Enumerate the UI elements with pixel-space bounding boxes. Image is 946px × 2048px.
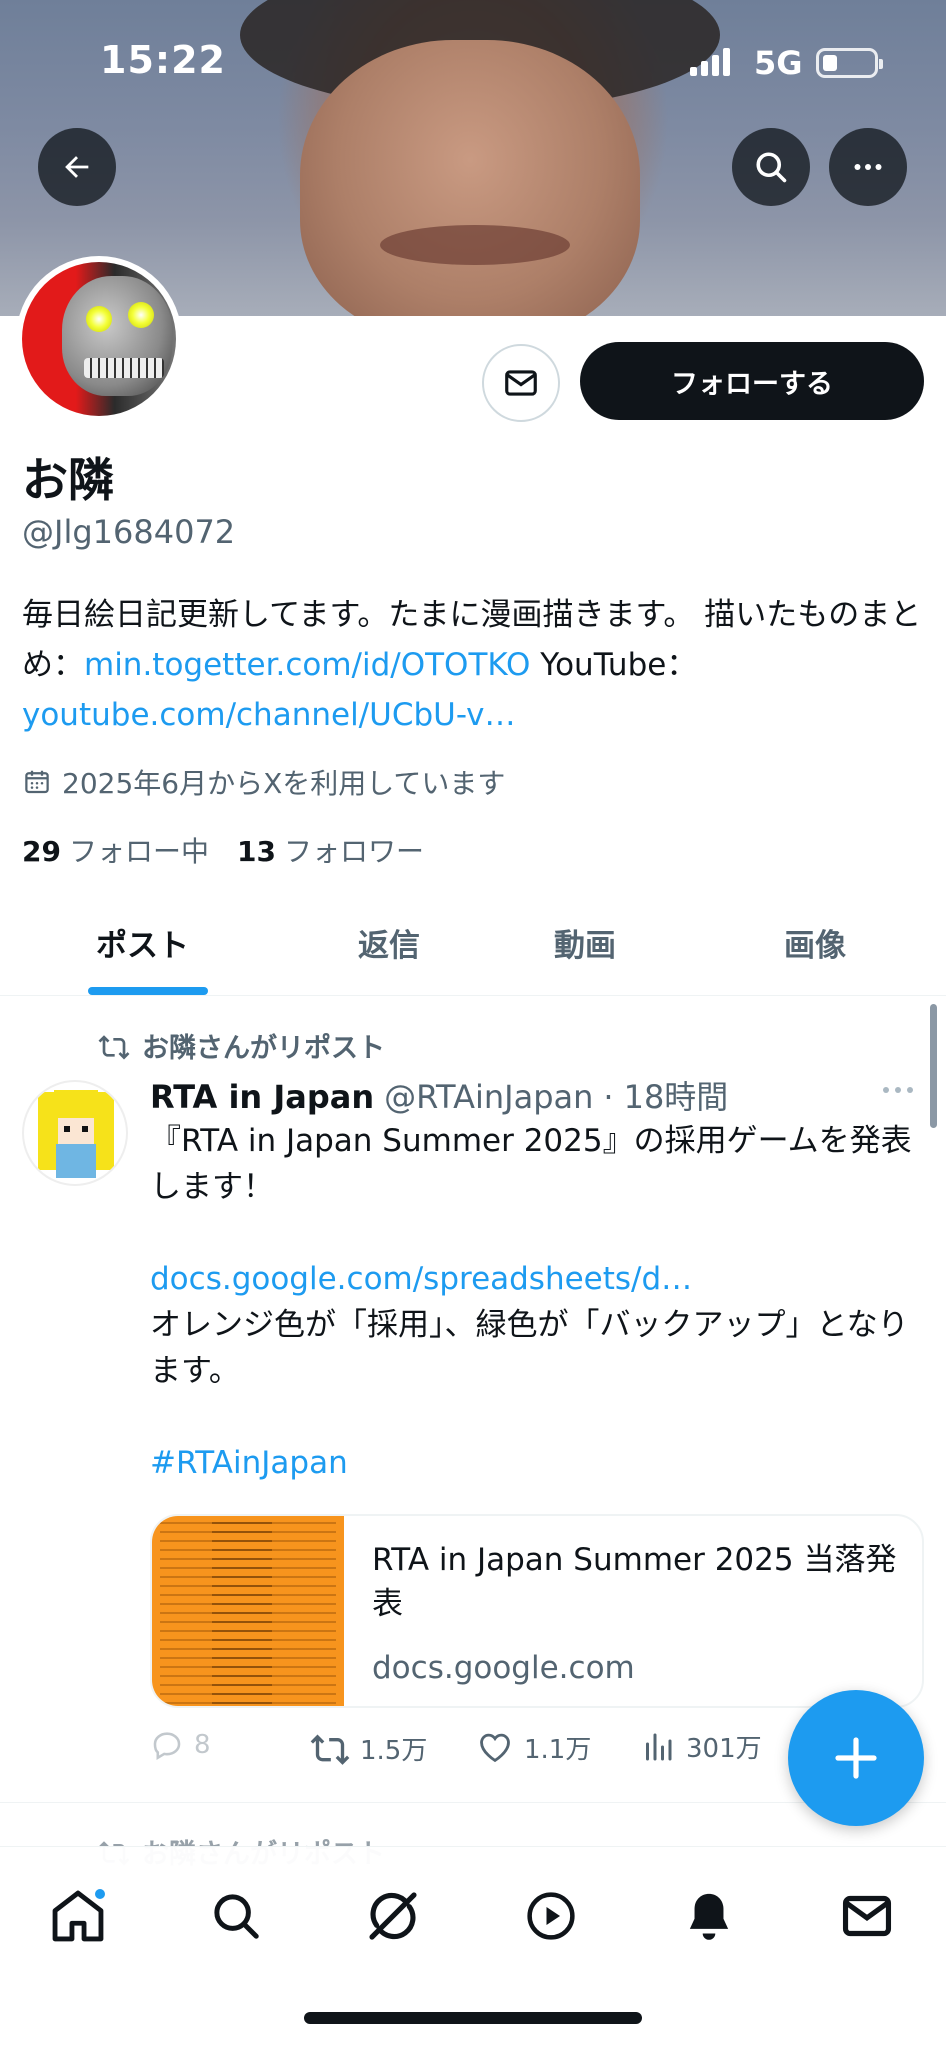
- followers-count: 13: [236, 835, 276, 868]
- bio-togetter-link[interactable]: min.togetter.com/id/OTOTKO: [84, 647, 530, 683]
- profile-name: お隣: [22, 453, 114, 507]
- bio-youtube-label: YouTube：: [530, 647, 698, 683]
- reply-count: 8: [194, 1730, 211, 1760]
- tab-videos[interactable]: 動画: [554, 920, 616, 965]
- profile-avatar[interactable]: [16, 256, 182, 422]
- repost-icon: [98, 1034, 130, 1059]
- joined-text: 2025年6月からXを利用しています: [62, 767, 506, 800]
- post-author-avatar[interactable]: [22, 1080, 128, 1186]
- followers-label: フォロワー: [283, 835, 424, 868]
- tab-replies[interactable]: 返信: [358, 920, 420, 965]
- post-header: RTA in Japan @RTAinJapan · 18時間: [150, 1072, 728, 1118]
- follow-button[interactable]: フォローする: [580, 342, 924, 420]
- active-tab-indicator: [88, 987, 208, 995]
- play-icon: [527, 1892, 575, 1940]
- like-count: 1.1万: [524, 1734, 592, 1765]
- following-label: フォロー中: [68, 835, 209, 868]
- search-icon: [756, 152, 787, 183]
- mail-icon: [505, 370, 537, 396]
- post-line-1: 『RTA in Japan Summer 2025』の採用ゲームを発表します！: [150, 1123, 912, 1205]
- reply-icon: [153, 1732, 181, 1761]
- search-button[interactable]: [732, 128, 810, 206]
- status-bar: 15:22 5G: [0, 0, 946, 120]
- signal-icon: [690, 48, 730, 76]
- post-author-name[interactable]: RTA in Japan: [150, 1078, 374, 1116]
- nav-video[interactable]: [516, 1881, 586, 1951]
- post-more-button[interactable]: [880, 1078, 916, 1106]
- link-card-title: RTA in Japan Summer 2025 当落発表: [372, 1542, 897, 1622]
- profile-tabs: ポスト 返信 動画 画像: [0, 886, 946, 996]
- profile-handle: @Jlg1684072: [22, 513, 236, 551]
- mail-icon: [842, 1895, 892, 1937]
- profile-bio: 毎日絵日記更新してます。たまに漫画描きます。 描いたものまとめ：min.toge…: [22, 590, 922, 740]
- nav-grok[interactable]: [358, 1881, 428, 1951]
- follow-counts: 29 フォロー中 13 フォロワー: [22, 830, 424, 870]
- back-button[interactable]: [38, 128, 116, 206]
- back-arrow-icon: [65, 156, 89, 178]
- nav-notifications[interactable]: [674, 1881, 744, 1951]
- reply-button[interactable]: 8: [150, 1728, 211, 1762]
- nav-search[interactable]: [201, 1881, 271, 1951]
- post-time[interactable]: 18時間: [624, 1072, 729, 1118]
- message-button[interactable]: [482, 344, 560, 422]
- nav-home[interactable]: [43, 1881, 113, 1951]
- repost-label: お隣さんがリポスト: [142, 1033, 385, 1064]
- post-author-handle[interactable]: @RTAinJapan: [384, 1078, 593, 1116]
- views-count: 301万: [686, 1734, 762, 1764]
- bell-icon: [689, 1893, 729, 1940]
- post-line-2: オレンジ色が「採用」、緑色が「バックアップ」となります。: [150, 1307, 909, 1389]
- post-hashtag[interactable]: #RTAinJapan: [150, 1440, 930, 1486]
- scrollbar[interactable]: [930, 1004, 937, 1128]
- search-icon: [214, 1894, 259, 1939]
- views-button[interactable]: 301万: [640, 1728, 762, 1765]
- nav-messages[interactable]: [832, 1881, 902, 1951]
- banner-mouth: [380, 225, 570, 265]
- link-card-domain: docs.google.com: [372, 1650, 635, 1686]
- more-button[interactable]: [829, 128, 907, 206]
- following-link[interactable]: 29 フォロー中: [22, 830, 209, 870]
- compose-button[interactable]: [788, 1690, 924, 1826]
- more-icon: [854, 164, 882, 170]
- link-card[interactable]: RTA in Japan Summer 2025 当落発表 docs.googl…: [150, 1514, 924, 1708]
- repost-indicator: お隣さんがリポスト: [98, 1026, 385, 1065]
- grok-icon: [369, 1892, 417, 1940]
- link-card-thumbnail: [152, 1516, 344, 1706]
- plus-icon: [835, 1737, 877, 1779]
- joined-date: 2025年6月からXを利用しています: [22, 762, 505, 802]
- repost-button[interactable]: 1.5万: [310, 1728, 427, 1768]
- following-count: 29: [22, 835, 61, 868]
- like-icon: [480, 1733, 510, 1763]
- repost-count: 1.5万: [360, 1735, 428, 1766]
- followers-link[interactable]: 13 フォロワー: [237, 830, 424, 870]
- status-time: 15:22: [100, 38, 226, 82]
- tab-images[interactable]: 画像: [784, 920, 846, 965]
- post-actions: 8 1.5万 1.1万 301万: [150, 1728, 790, 1772]
- battery-icon: [816, 48, 883, 78]
- tab-posts[interactable]: ポスト: [96, 920, 189, 965]
- repost-icon: [310, 1734, 350, 1765]
- more-icon: [883, 1087, 913, 1093]
- calendar-icon: [25, 770, 49, 794]
- like-button[interactable]: 1.1万: [476, 1728, 591, 1766]
- post-link[interactable]: docs.google.com/spreadsheets/d…: [150, 1256, 930, 1302]
- post-separator: ·: [603, 1078, 614, 1116]
- home-notification-dot: [93, 1887, 107, 1901]
- network-label: 5G: [754, 44, 803, 82]
- views-icon: [646, 1733, 672, 1760]
- home-indicator: [304, 2012, 642, 2024]
- post-text: 『RTA in Japan Summer 2025』の採用ゲームを発表します！ …: [150, 1118, 930, 1486]
- bio-youtube-link[interactable]: youtube.com/channel/UCbU-v…: [22, 697, 516, 733]
